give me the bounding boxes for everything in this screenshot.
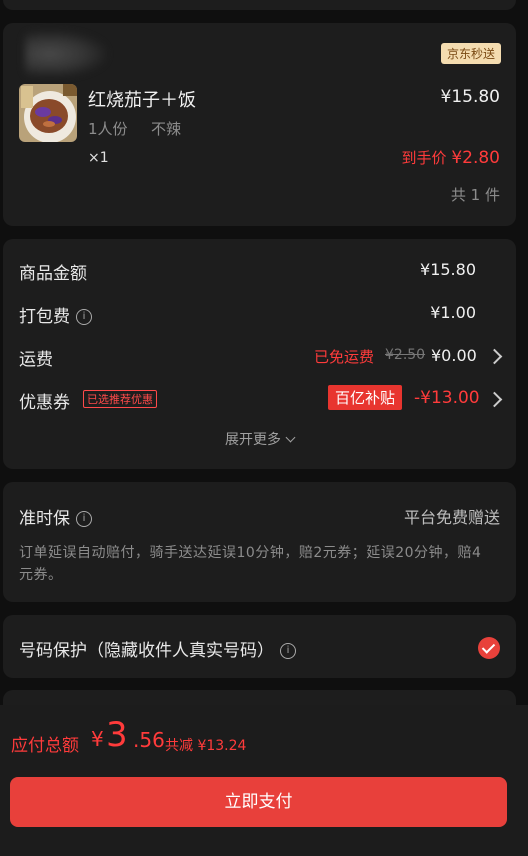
info-icon[interactable]: i [280, 643, 296, 659]
coupon-label: 优惠券 [19, 393, 70, 413]
chevron-right-icon[interactable] [486, 391, 503, 408]
total-saved: 共减 ¥13.24 [165, 738, 247, 754]
total-label: 应付总额 [11, 736, 79, 756]
packing-label-text: 打包费 [19, 307, 70, 327]
fee-summary-card: 商品金额 ¥15.80 打包费 i ¥1.00 运费 已免运费 ¥2.50 ¥0.… [3, 239, 516, 469]
recommended-coupon-tag: 已选推荐优惠 [83, 390, 157, 408]
expand-more-button[interactable]: 展开更多 [3, 429, 516, 449]
free-shipping-text: 已免运费 [314, 348, 375, 366]
chevron-right-icon[interactable] [486, 348, 503, 365]
privacy-checkbox[interactable] [478, 637, 500, 659]
store-name-blurred [25, 31, 107, 77]
packing-fee-label: 打包费 i [19, 302, 92, 327]
total-amount-integer: 3 [106, 715, 128, 755]
coupon-discount: -¥13.00 [414, 388, 480, 408]
checkout-page: 京东秒送 红烧茄子＋饭 ¥15.80 1人份 不辣 ×1 到手价 ¥2.80 共… [0, 0, 528, 856]
top-card-edge [3, 0, 516, 10]
subtotal-value: ¥15.80 [420, 260, 476, 279]
food-thumbnail[interactable] [19, 84, 77, 142]
item-spec-size: 1人份 [88, 120, 128, 138]
item-count: 共 1 件 [450, 186, 500, 204]
ontime-label: 准时保 i [19, 504, 92, 529]
pay-now-button[interactable]: 立即支付 [10, 777, 507, 827]
shipping-value: ¥0.00 [431, 346, 477, 365]
item-spec-spice: 不辣 [151, 120, 182, 138]
info-icon[interactable]: i [76, 309, 92, 325]
info-icon[interactable]: i [76, 511, 92, 527]
item-quantity: ×1 [88, 150, 109, 166]
final-price-label: 到手价 [401, 149, 447, 167]
item-final-price: 到手价 ¥2.80 [402, 147, 500, 168]
ontime-value: 平台免费赠送 [403, 508, 500, 527]
total-currency: ¥ [91, 727, 104, 751]
shipping-original-price: ¥2.50 [385, 347, 426, 363]
payment-bar: 应付总额 ¥ 3 .56 共减 ¥13.24 立即支付 [0, 705, 528, 856]
subsidy-tag: 百亿补贴 [328, 385, 403, 410]
shipping-label: 运费 [19, 350, 53, 370]
item-price: ¥15.80 [440, 87, 500, 107]
delivery-badge: 京东秒送 [440, 43, 501, 64]
ontime-guarantee-card: 准时保 i 平台免费赠送 订单延误自动赔付，骑手送达延误10分钟，赔2元券；延误2… [3, 482, 516, 602]
number-protection-card[interactable]: 号码保护（隐藏收件人真实号码） i [3, 615, 516, 678]
privacy-label: 号码保护（隐藏收件人真实号码） i [19, 636, 296, 661]
total-amount-decimal: .56 [133, 728, 165, 752]
item-name: 红烧茄子＋饭 [88, 90, 196, 111]
expand-more-label: 展开更多 [225, 432, 281, 448]
ontime-label-text: 准时保 [19, 509, 70, 529]
order-item-card: 京东秒送 红烧茄子＋饭 ¥15.80 1人份 不辣 ×1 到手价 ¥2.80 共… [3, 23, 516, 226]
chevron-down-icon [285, 432, 296, 443]
ontime-description: 订单延误自动赔付，骑手送达延误10分钟，赔2元券；延误20分钟，赔4元券。 [19, 545, 482, 583]
packing-fee-value: ¥1.00 [430, 303, 476, 322]
subtotal-label: 商品金额 [19, 264, 87, 284]
final-price-value: ¥2.80 [451, 148, 500, 168]
privacy-label-text: 号码保护（隐藏收件人真实号码） [19, 641, 274, 661]
